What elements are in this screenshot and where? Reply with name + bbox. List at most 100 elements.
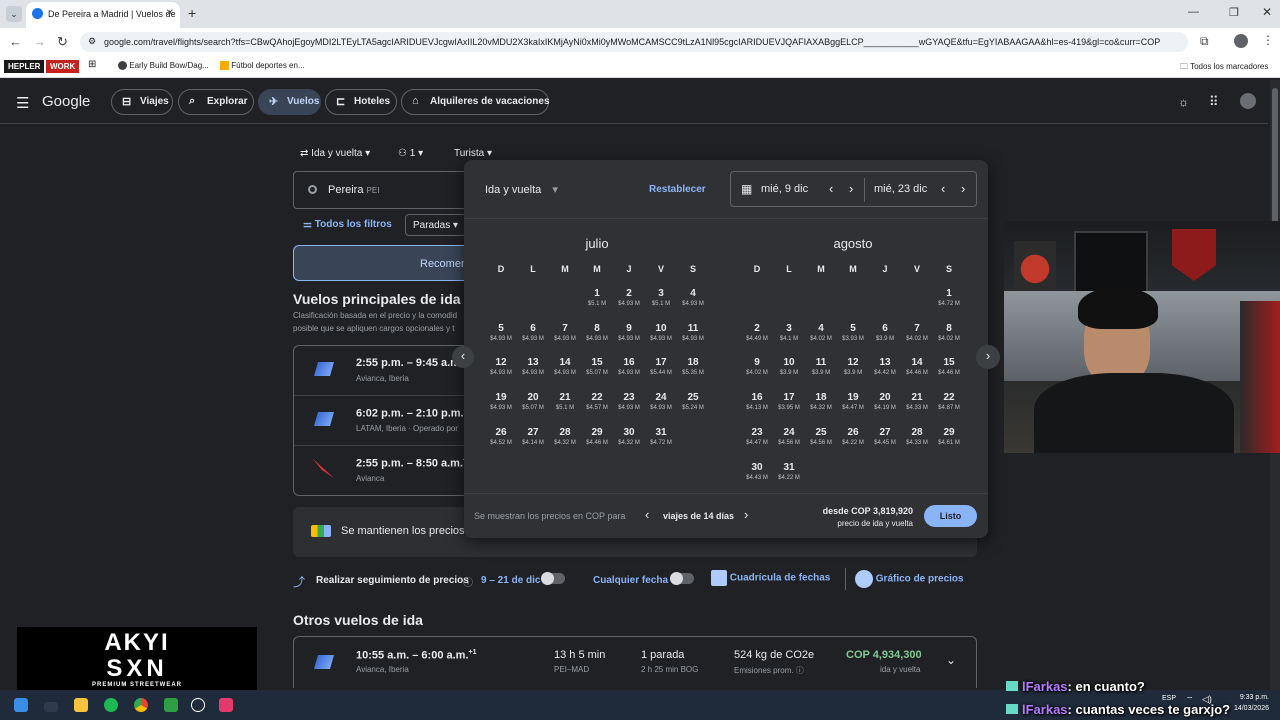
calendar-day[interactable]: 5 $3.93 M	[837, 323, 869, 353]
back-icon[interactable]: ←	[9, 34, 22, 49]
tray-lang[interactable]: ESP	[1162, 695, 1176, 702]
calendar-day[interactable]: 6 $3.9 M	[869, 323, 901, 353]
calendar-day[interactable]: 9 $4.02 M	[741, 357, 773, 387]
trip-type-select[interactable]: ⇄ Ida y vuelta ▾	[300, 148, 370, 159]
calendar-next-month-button[interactable]: ›	[976, 345, 1000, 369]
forward-icon[interactable]: →	[33, 34, 46, 49]
tab-flights[interactable]: De Pereira a Madrid | Vuelos de ✕	[26, 2, 180, 28]
theme-toggle-icon[interactable]: ☼	[1178, 95, 1189, 109]
trip-length-next-icon[interactable]: ›	[744, 507, 748, 522]
calendar-day[interactable]: 11 $3.9 M	[805, 357, 837, 387]
calendar-day[interactable]: 12 $4.93 M	[485, 357, 517, 387]
calendar-day[interactable]: 2 $4.49 M	[741, 323, 773, 353]
menu-dots-icon[interactable]: ⋮	[1262, 33, 1274, 47]
calendar-day[interactable]: 22 $4.57 M	[581, 392, 613, 422]
calendar-day[interactable]: 30 $4.32 M	[613, 427, 645, 457]
depart-next-icon[interactable]: ›	[849, 181, 853, 196]
file-explorer-icon[interactable]	[74, 698, 88, 712]
calendar-day[interactable]: 4 $4.93 M	[677, 288, 709, 318]
calendar-day[interactable]: 26 $4.22 M	[837, 427, 869, 457]
calendar-day[interactable]: 3 $5.1 M	[645, 288, 677, 318]
stops-filter[interactable]: Paradas ▾	[405, 214, 467, 236]
calendar-day[interactable]: 14 $4.46 M	[901, 357, 933, 387]
flight-row[interactable]: 6:02 p.m. – 2:10 p.m.+1 LATAM, Iberia · …	[294, 396, 472, 446]
google-apps-icon[interactable]: ⠿	[1209, 94, 1219, 110]
calendar-day[interactable]: 27 $4.45 M	[869, 427, 901, 457]
all-bookmarks[interactable]: 🗀 Todos los marcadores	[1180, 61, 1268, 75]
calendar-day[interactable]: 20 $5.07 M	[517, 392, 549, 422]
return-prev-icon[interactable]: ‹	[941, 181, 945, 196]
any-date-toggle[interactable]	[670, 572, 694, 585]
calendar-day[interactable]: 28 $4.32 M	[549, 427, 581, 457]
passengers-select[interactable]: ⚇ 1 ▾	[398, 148, 423, 159]
calendar-day[interactable]: 13 $4.93 M	[517, 357, 549, 387]
calendar-day[interactable]: 7 $4.02 M	[901, 323, 933, 353]
all-filters-button[interactable]: ⚌ Todos los filtros	[303, 219, 392, 230]
calendar-day[interactable]: 15 $4.46 M	[933, 357, 965, 387]
calendar-day[interactable]: 16 $4.13 M	[741, 392, 773, 422]
cabin-select[interactable]: Turista ▾	[454, 148, 492, 159]
calendar-day[interactable]: 17 $3.95 M	[773, 392, 805, 422]
restore-icon[interactable]: ❐	[1229, 6, 1239, 19]
bookmark-early-build[interactable]: Early Build Bow/Dag...	[118, 61, 209, 71]
calendar-day[interactable]: 24 $4.93 M	[645, 392, 677, 422]
address-bar[interactable]: ⚙ google.com/travel/flights/search?tfs=C…	[80, 32, 1188, 52]
scrollbar-thumb[interactable]	[1272, 88, 1278, 228]
calendar-day[interactable]: 29 $4.46 M	[581, 427, 613, 457]
calendar-day[interactable]: 30 $4.43 M	[741, 462, 773, 492]
close-window-icon[interactable]: ✕	[1262, 5, 1272, 19]
calendar-day[interactable]: 28 $4.33 M	[901, 427, 933, 457]
close-tab-icon[interactable]: ✕	[166, 8, 174, 19]
extensions-icon[interactable]: ⧉	[1200, 34, 1209, 49]
calendar-day[interactable]: 8 $4.02 M	[933, 323, 965, 353]
chrome-icon[interactable]	[134, 698, 148, 712]
calendar-day[interactable]: 21 $4.33 M	[901, 392, 933, 422]
sort-tab-recommended[interactable]: Recomen	[293, 245, 468, 281]
calendar-day[interactable]: 31 $4.22 M	[773, 462, 805, 492]
calendar-day[interactable]: 8 $4.93 M	[581, 323, 613, 353]
calendar-day[interactable]: 20 $4.19 M	[869, 392, 901, 422]
spotify-icon[interactable]	[104, 698, 118, 712]
flight-row[interactable]: 2:55 p.m. – 9:45 a.m. Avianca, Iberia	[294, 346, 470, 396]
windows-start-icon[interactable]	[14, 698, 28, 712]
calendar-day[interactable]: 11 $4.93 M	[677, 323, 709, 353]
calendar-day[interactable]: 10 $4.93 M	[645, 323, 677, 353]
calendar-day[interactable]: 13 $4.42 M	[869, 357, 901, 387]
calendar-day[interactable]: 23 $4.93 M	[613, 392, 645, 422]
calendar-day[interactable]: 27 $4.14 M	[517, 427, 549, 457]
reload-icon[interactable]: ↻	[57, 34, 68, 50]
nav-hoteles[interactable]: ⊏ Hoteles	[325, 89, 397, 115]
calendar-day[interactable]: 29 $4.61 M	[933, 427, 965, 457]
calendar-day[interactable]: 10 $3.9 M	[773, 357, 805, 387]
google-logo[interactable]: Google	[42, 93, 90, 110]
calendar-day[interactable]: 12 $3.9 M	[837, 357, 869, 387]
calendar-day[interactable]: 22 $4.87 M	[933, 392, 965, 422]
calendar-day[interactable]: 3 $4.1 M	[773, 323, 805, 353]
calendar-day[interactable]: 24 $4.56 M	[773, 427, 805, 457]
taskbar-app-icon[interactable]	[164, 698, 178, 712]
calendar-day[interactable]: 25 $5.24 M	[677, 392, 709, 422]
profile-avatar[interactable]	[1234, 34, 1248, 48]
taskbar-app-icon[interactable]	[44, 702, 58, 712]
calendar-day[interactable]: 2 $4.93 M	[613, 288, 645, 318]
account-avatar[interactable]	[1240, 93, 1256, 109]
calendar-day[interactable]: 1 $4.72 M	[933, 288, 965, 318]
nav-alquileres[interactable]: ⌂ Alquileres de vacaciones	[401, 89, 550, 115]
calendar-day[interactable]: 18 $5.35 M	[677, 357, 709, 387]
minimize-icon[interactable]: —	[1188, 6, 1199, 18]
price-graph-button[interactable]: Gráfico de precios	[855, 570, 964, 588]
depart-date-field[interactable]: mié, 9 dic	[761, 183, 808, 195]
nav-vuelos[interactable]: ✈ Vuelos	[258, 89, 321, 115]
site-info-icon[interactable]: ⚙	[88, 36, 96, 47]
trip-length-prev-icon[interactable]: ‹	[645, 507, 649, 522]
calendar-day[interactable]: 23 $4.47 M	[741, 427, 773, 457]
tray-time[interactable]: 9:33 p.m.	[1225, 694, 1269, 701]
calendar-day[interactable]: 25 $4.56 M	[805, 427, 837, 457]
calendar-day[interactable]: 15 $5.07 M	[581, 357, 613, 387]
nav-explorar[interactable]: ⌕ Explorar	[178, 89, 254, 115]
calendar-day[interactable]: 14 $4.93 M	[549, 357, 581, 387]
calendar-day[interactable]: 31 $4.72 M	[645, 427, 677, 457]
bookmark-work[interactable]: WORK	[46, 60, 80, 73]
discord-icon[interactable]	[191, 698, 205, 712]
date-grid-button[interactable]: Cuadrícula de fechas	[711, 570, 830, 586]
